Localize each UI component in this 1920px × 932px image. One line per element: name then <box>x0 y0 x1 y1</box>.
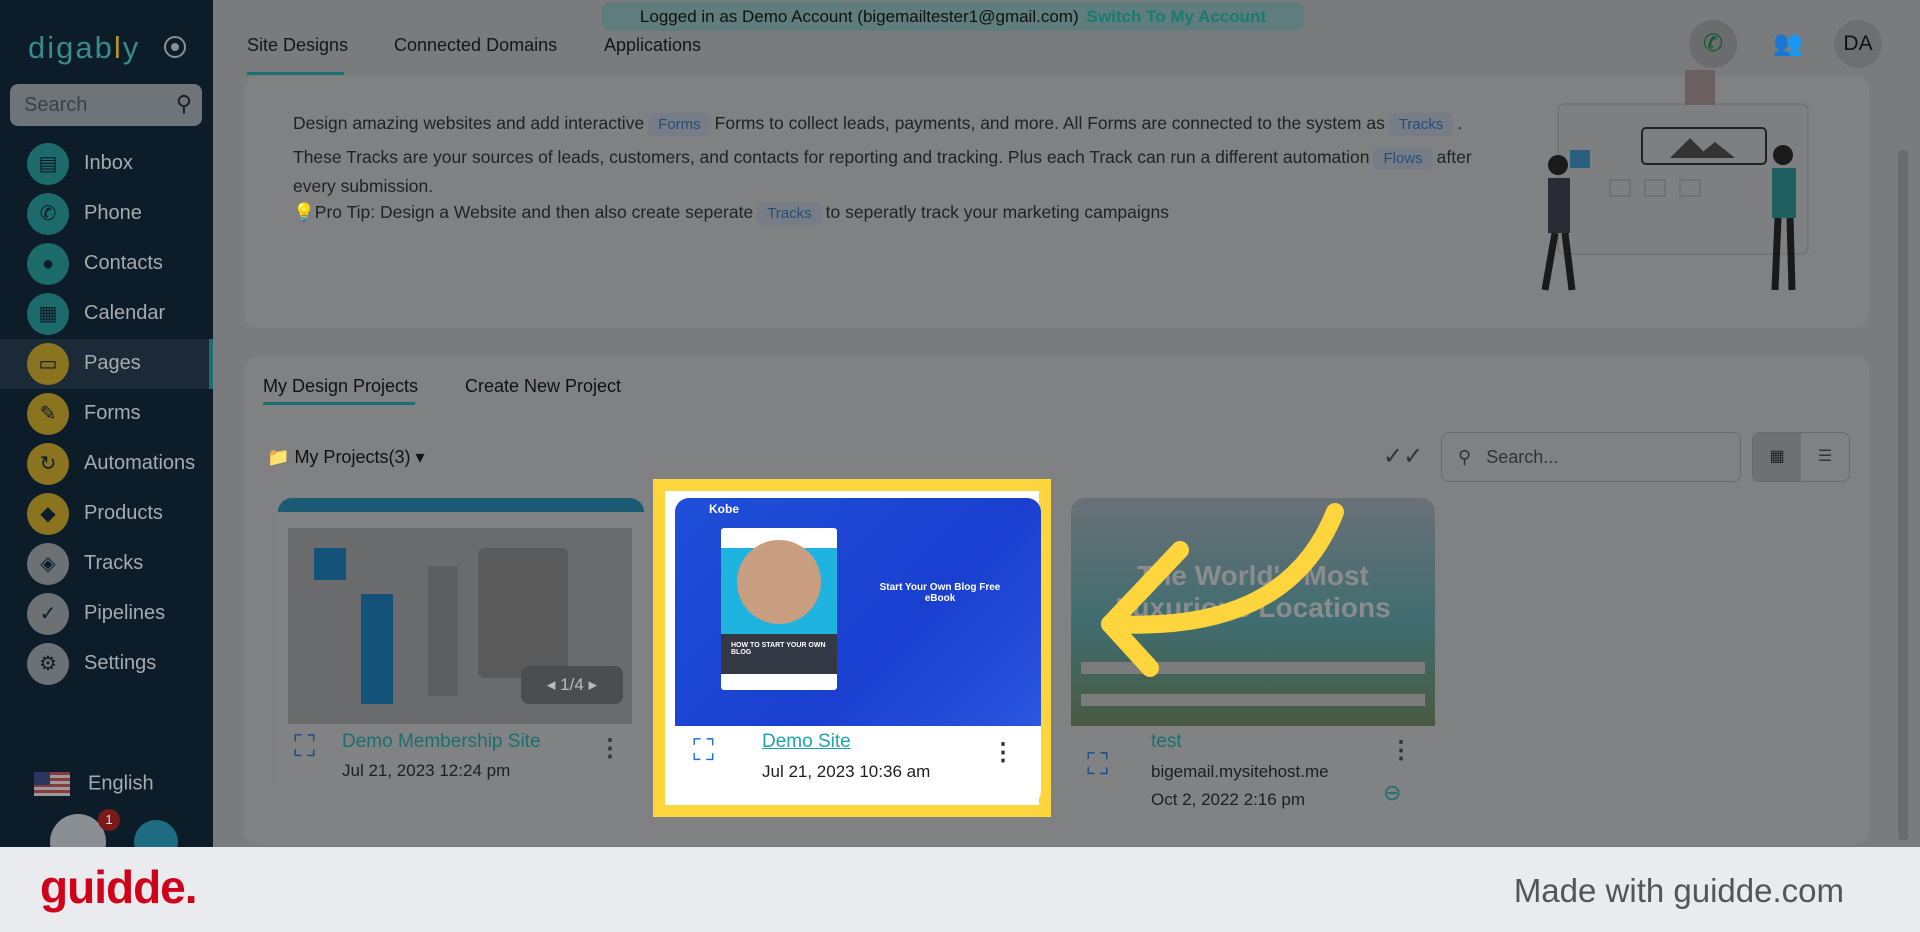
sidebar-item-pipelines[interactable]: ✓ Pipelines <box>0 589 213 639</box>
calendar-icon: ▦ <box>27 293 69 335</box>
tab-my-design-projects[interactable]: My Design Projects <box>263 376 418 397</box>
thumbnail: Kobe HOW TO START YOUR OWN BLOG Start Yo… <box>675 498 1041 726</box>
illustration <box>1541 70 1809 291</box>
lightbulb-icon: 💡 <box>293 202 315 222</box>
tab-connected-domains[interactable]: Connected Domains <box>394 35 557 56</box>
project-date: Jul 21, 2023 10:36 am <box>762 762 931 781</box>
project-card-2[interactable]: Kobe HOW TO START YOUR OWN BLOG Start Yo… <box>675 498 1041 805</box>
sidebar-item-automations[interactable]: ↻ Automations <box>0 439 213 489</box>
sidebar-item-calendar[interactable]: ▦ Calendar <box>0 289 213 339</box>
phone-icon: ✆ <box>27 193 69 235</box>
notification-badge: 1 <box>98 809 120 831</box>
sidebar-item-tracks[interactable]: ◈ Tracks <box>0 539 213 589</box>
tracks-icon: ◈ <box>27 543 69 585</box>
sidebar-item-label: Inbox <box>84 152 133 174</box>
crop-icon: ⛶ <box>294 730 315 763</box>
sidebar-item-pages[interactable]: ▭ Pages <box>0 339 213 389</box>
automations-icon: ↻ <box>27 443 69 485</box>
browser-bar <box>278 498 644 512</box>
project-date: Jul 21, 2023 12:24 pm <box>342 761 511 780</box>
sidebar-item-settings[interactable]: ⚙ Settings <box>0 639 213 689</box>
project-title[interactable]: Demo Site <box>762 731 851 753</box>
language-selector[interactable]: English <box>34 772 154 796</box>
sidebar-item-label: Pages <box>84 352 141 374</box>
forms-icon: ✎ <box>27 393 69 435</box>
project-search-input[interactable]: ⚲ Search... <box>1441 432 1741 482</box>
project-domain[interactable]: bigemail.mysitehost.me <box>1151 762 1329 782</box>
settings-icon: ⚙ <box>27 643 69 685</box>
search-placeholder: Search <box>24 94 88 116</box>
crop-icon: ⛶ <box>693 734 714 767</box>
intro-line-1: Design amazing websites and add interact… <box>293 113 1462 136</box>
sidebar-item-label: Phone <box>84 202 142 224</box>
select-all-icon[interactable]: ✓✓ <box>1383 442 1423 471</box>
tracks-pill-2[interactable]: Tracks <box>757 202 822 225</box>
more-options-icon[interactable]: ⋮ <box>598 734 622 763</box>
project-date: Oct 2, 2022 2:16 pm <box>1151 790 1306 809</box>
sidebar-item-products[interactable]: ◆ Products <box>0 489 213 539</box>
more-options-icon[interactable]: ⋮ <box>991 738 1015 767</box>
project-title[interactable]: Demo Membership Site <box>342 731 541 753</box>
folder-dropdown[interactable]: 📁 My Projects(3) ▾ <box>267 447 425 468</box>
sidebar: digably Search ⚲ ▤ Inbox ✆ Phone ● Contacts ▦ Ca… <box>0 0 213 870</box>
search-icon: ⚲ <box>175 91 192 116</box>
pipelines-icon: ✓ <box>27 593 69 635</box>
scrollbar[interactable] <box>1898 150 1908 840</box>
language-label: English <box>88 772 154 795</box>
us-flag-icon <box>34 772 70 796</box>
projects-tab-indicator <box>263 402 415 405</box>
forms-pill[interactable]: Forms <box>648 113 711 136</box>
view-toggle: ▦ ☰ <box>1752 432 1850 482</box>
login-text: Logged in as Demo Account (bigemailteste… <box>639 7 1079 26</box>
folder-icon: 📁 <box>267 447 290 467</box>
login-banner: Logged in as Demo Account (bigemailteste… <box>602 2 1304 31</box>
sidebar-item-label: Products <box>84 502 163 524</box>
project-card-1[interactable]: ◂ 1/4 ▸ ⛶ Demo Membership Site Jul 21, 2… <box>278 498 644 802</box>
tab-site-designs[interactable]: Site Designs <box>247 35 348 56</box>
tab-create-new-project[interactable]: Create New Project <box>465 376 621 397</box>
sidebar-item-phone[interactable]: ✆ Phone <box>0 189 213 239</box>
logo-dot-icon <box>164 36 186 58</box>
sidebar-item-label: Calendar <box>84 302 166 324</box>
tracks-pill[interactable]: Tracks <box>1388 113 1454 136</box>
pro-tip: 💡Pro Tip: Design a Website and then also… <box>293 202 1169 225</box>
caret-down-icon: ▾ <box>415 447 425 467</box>
project-title[interactable]: test <box>1151 731 1182 753</box>
grid-view-icon[interactable]: ▦ <box>1753 433 1801 481</box>
link-icon[interactable]: ⊖ <box>1383 780 1401 806</box>
sidebar-item-label: Forms <box>84 402 141 424</box>
sidebar-search[interactable]: Search ⚲ <box>10 84 202 126</box>
guidde-logo: guidde. <box>40 861 198 913</box>
carousel-control[interactable]: ◂ 1/4 ▸ <box>521 666 623 704</box>
contacts-icon: ● <box>27 243 69 285</box>
tab-applications[interactable]: Applications <box>604 35 701 56</box>
sidebar-item-contacts[interactable]: ● Contacts <box>0 239 213 289</box>
made-with-guidde[interactable]: Made with guidde.com <box>1514 872 1844 910</box>
sidebar-item-forms[interactable]: ✎ Forms <box>0 389 213 439</box>
sidebar-item-label: Contacts <box>84 252 163 274</box>
active-tab-indicator <box>247 72 344 75</box>
flows-pill[interactable]: Flows <box>1373 147 1433 170</box>
sidebar-item-inbox[interactable]: ▤ Inbox <box>0 139 213 189</box>
crop-icon: ⛶ <box>1087 748 1108 781</box>
logo[interactable]: digably <box>28 30 140 66</box>
inbox-icon: ▤ <box>27 143 69 185</box>
intro-line-3: every submission. <box>293 176 434 196</box>
products-icon: ◆ <box>27 493 69 535</box>
switch-account-link[interactable]: Switch To My Account <box>1087 7 1266 26</box>
pages-icon: ▭ <box>27 343 69 385</box>
list-view-icon[interactable]: ☰ <box>1801 433 1849 481</box>
intro-line-2: These Tracks are your sources of leads, … <box>293 147 1472 170</box>
sidebar-item-label: Automations <box>84 452 196 474</box>
sidebar-item-label: Settings <box>84 652 157 674</box>
sidebar-item-label: Pipelines <box>84 602 166 624</box>
sidebar-item-label: Tracks <box>84 552 144 574</box>
more-options-icon[interactable]: ⋮ <box>1389 736 1413 765</box>
project-card-3[interactable]: The World's Most Luxurious Locations ⛶ t… <box>1071 498 1435 833</box>
thumbnail: The World's Most Luxurious Locations <box>1071 498 1435 726</box>
